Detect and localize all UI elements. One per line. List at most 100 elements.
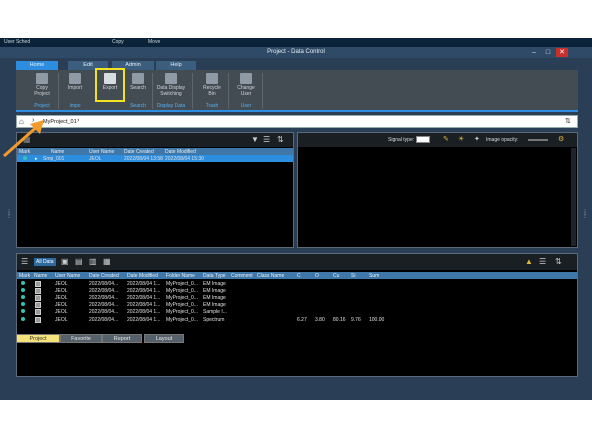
tab-report[interactable]: Report [102, 334, 142, 343]
cell-user: JEOL [55, 309, 68, 316]
tab-project[interactable]: Project [16, 334, 60, 343]
breadcrumb-project[interactable]: MyProject_01 [43, 119, 77, 125]
filter-icon[interactable]: ▼ [251, 135, 259, 144]
image-filter-icon[interactable]: ▣ [61, 257, 69, 266]
col-header[interactable]: Class Name [257, 273, 284, 279]
comment-icon[interactable]: ✎ [443, 135, 449, 143]
close-button[interactable]: ✕ [556, 48, 568, 57]
table-row[interactable]: JEOL 2022/08/04... 2022/08/04 1... MyProjec… [17, 302, 577, 309]
cell-c: 6.27 [297, 316, 307, 323]
all-data-button[interactable]: All Data [34, 258, 56, 266]
cell-folder: MyProject_0... [166, 280, 198, 287]
cell-folder: MyProject_0... [166, 287, 198, 294]
col-header[interactable]: Sum [369, 273, 379, 279]
sort-icon[interactable]: ⇅ [565, 117, 571, 125]
cell-user: JEOL [55, 280, 68, 287]
maximize-button[interactable]: □ [542, 48, 554, 57]
col-header[interactable]: Comment [231, 273, 253, 279]
right-resize-grip[interactable]: ⋮ ⋮ [582, 210, 588, 219]
sort-icon[interactable]: ⇅ [555, 257, 562, 266]
copy-project-label: Copy Project [34, 85, 50, 97]
cell-created: 2022/08/04... [89, 309, 119, 316]
vertical-scrollbar[interactable] [571, 148, 576, 246]
spectrum-filter-icon[interactable]: ▦ [103, 257, 111, 266]
table-row[interactable]: JEOL 2022/08/04... 2022/08/04 1... MyProjec… [17, 287, 577, 294]
cell-created: 2022/08/04... [89, 280, 119, 287]
cell-type: Spectrum [203, 316, 225, 323]
col-header[interactable]: O [315, 273, 319, 279]
tab-favorite[interactable]: Favorite [60, 334, 102, 343]
cell-modified: 2022/08/04 1... [127, 309, 161, 316]
sort-icon[interactable]: ⇅ [277, 135, 284, 144]
signal-type-select[interactable] [416, 136, 430, 143]
minimize-button[interactable]: – [528, 48, 540, 57]
tab-help[interactable]: Help [156, 61, 196, 70]
col-header[interactable]: Name [51, 149, 64, 155]
desktop-strip: User Sched Copy Move [0, 38, 592, 47]
data-display-switching-button[interactable]: Data Display Switching [156, 73, 186, 97]
col-header[interactable]: Date Created [124, 149, 154, 155]
opacity-slider[interactable] [528, 139, 548, 141]
table-row[interactable]: JEOL 2022/08/04... 2022/08/04 1... MyProjec… [17, 309, 577, 316]
col-header[interactable]: Folder Name [166, 273, 195, 279]
left-resize-grip[interactable]: ⋮ ⋮ [6, 210, 12, 219]
group-label: Impo [69, 103, 81, 109]
col-header[interactable]: Mark [19, 273, 30, 279]
col-header[interactable]: C [297, 273, 301, 279]
recycle-bin-button[interactable]: Recycle Bin [200, 73, 224, 97]
cell-type: EM Image [203, 287, 226, 294]
cell-type: EM Image [203, 280, 226, 287]
copy-project-button[interactable]: Copy Project [30, 73, 54, 97]
cell-modified: 2022/08/04 1... [127, 280, 161, 287]
cell-user: JEOL [55, 302, 68, 309]
window-title: Project - Data Control [267, 49, 325, 55]
tab-home[interactable]: Home [16, 61, 58, 70]
table-row[interactable]: JEOL 2022/08/04... 2022/08/04 1... MyProjec… [17, 316, 577, 323]
change-user-button[interactable]: Change User [234, 73, 258, 97]
desktop-item: User Sched [4, 39, 31, 45]
col-header[interactable]: Date Modified [127, 273, 158, 279]
data-display-switching-label: Data Display Switching [156, 85, 186, 97]
sample-table-header: Mark Name User Name Date Created Date Mo… [17, 148, 293, 155]
col-header[interactable]: User Name [89, 149, 114, 155]
menu-icon[interactable]: ☰ [21, 257, 28, 266]
col-header[interactable]: Cu [333, 273, 339, 279]
import-button[interactable]: Import [64, 73, 86, 92]
line-filter-icon[interactable]: ▥ [89, 257, 97, 266]
mark-dot [21, 280, 25, 285]
cell-type: Sample I... [203, 309, 227, 316]
group-label: Project [34, 103, 50, 109]
marker-icon[interactable]: ✦ [474, 135, 480, 143]
map-filter-icon[interactable]: ▤ [75, 257, 83, 266]
table-row[interactable]: ▸ Smp_001 JEOL 2022/08/04 13:58 2022/08/… [17, 155, 293, 162]
group-label: User [240, 103, 252, 109]
cell-folder: MyProject_0... [166, 309, 198, 316]
col-header[interactable]: Data Type [203, 273, 226, 279]
cell-modified: 2022/08/04 1... [127, 287, 161, 294]
col-header[interactable]: Name [34, 273, 47, 279]
search-button[interactable]: Search [126, 73, 150, 92]
cell-modified: 2022/08/04 1... [127, 294, 161, 301]
ribbon-separator [262, 73, 263, 109]
col-header[interactable]: User Name [55, 273, 80, 279]
data-list-panel: ☰ All Data ▣ ▤ ▥ ▦ ▲ ☰ ⇅ Mark Name User … [16, 253, 578, 377]
cell-created: 2022/08/04... [89, 287, 119, 294]
cell-sum: 100.00 [369, 316, 385, 323]
col-header[interactable]: Date Created [89, 273, 119, 279]
brightness-icon[interactable]: ☀ [458, 135, 464, 143]
col-header[interactable]: Date Modified [165, 149, 196, 155]
cell-folder: MyProject_0... [166, 294, 198, 301]
tab-layout[interactable]: Layout [144, 334, 184, 343]
list-icon[interactable]: ☰ [263, 135, 270, 144]
cell-created: 2022/08/04... [89, 316, 119, 323]
col-header[interactable]: Si [351, 273, 355, 279]
table-row[interactable]: JEOL 2022/08/04... 2022/08/04 1... MyProjec… [17, 294, 577, 301]
element-icon[interactable]: ▲ [525, 257, 533, 266]
list-icon[interactable]: ☰ [539, 257, 546, 266]
table-row[interactable]: JEOL 2022/08/04... 2022/08/04 1... MyProjec… [17, 280, 577, 287]
cell-o: 3.80 [315, 316, 325, 323]
settings-icon[interactable]: ⚙ [558, 135, 564, 143]
data-toolbar: ☰ All Data ▣ ▤ ▥ ▦ ▲ ☰ ⇅ [17, 254, 577, 270]
cell-si: 9.76 [351, 316, 361, 323]
mark-dot [21, 287, 25, 292]
